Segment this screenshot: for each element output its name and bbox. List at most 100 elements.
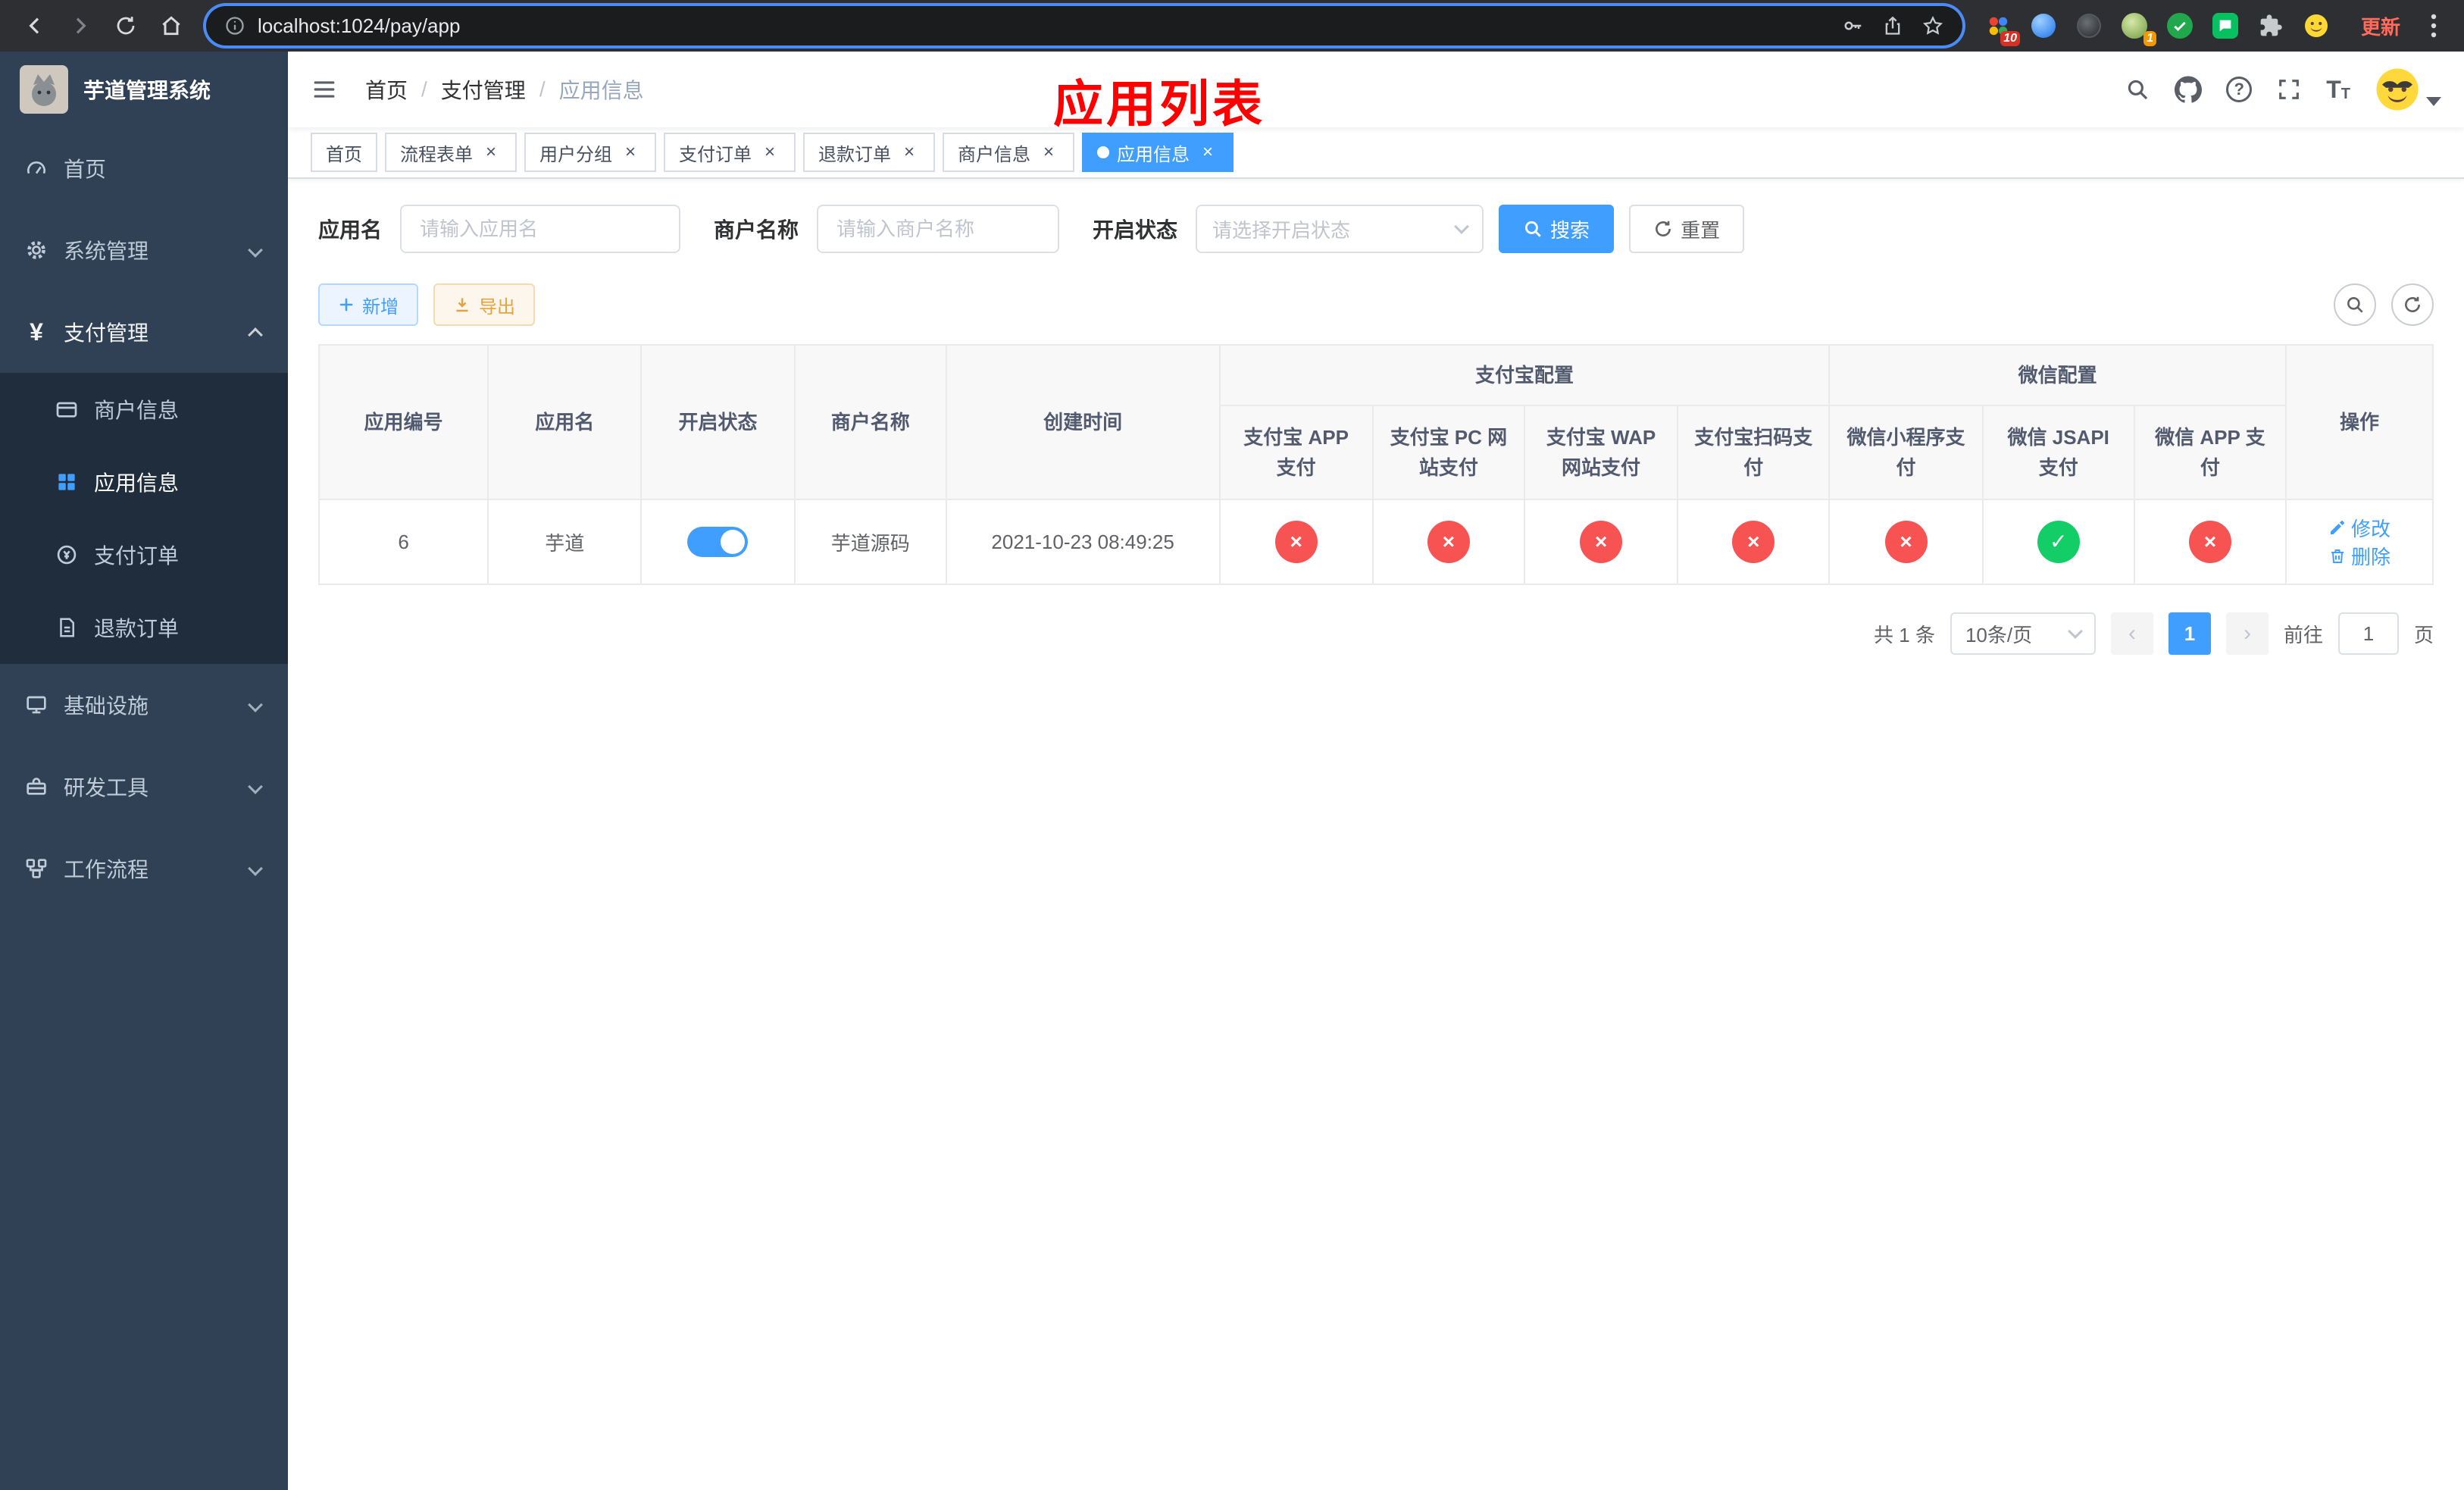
tab-refund-order[interactable]: 退款订单 × <box>803 133 935 172</box>
font-size-icon[interactable]: TT <box>2326 77 2350 102</box>
refresh-table-button[interactable] <box>2391 283 2434 326</box>
tab-home[interactable]: 首页 <box>311 133 377 172</box>
check-icon: ✓ <box>2037 521 2080 563</box>
close-icon[interactable]: × <box>620 142 641 163</box>
header-search-icon[interactable] <box>2125 77 2150 102</box>
app-name-input[interactable] <box>400 205 681 253</box>
extensions-puzzle-icon[interactable] <box>2256 11 2285 40</box>
url-text[interactable]: localhost:1024/pay/app <box>258 14 1829 38</box>
download-icon <box>456 298 468 312</box>
export-button[interactable]: 导出 <box>433 283 535 326</box>
browser-profile-avatar[interactable] <box>2302 11 2331 40</box>
cell-alipay-wap: × <box>1523 499 1679 585</box>
sidebar-item-devtools[interactable]: 研发工具 <box>0 746 288 828</box>
pagination-prev-button[interactable]: ‹ <box>2110 612 2153 655</box>
site-info-icon[interactable] <box>224 15 245 36</box>
sidebar-item-infrastructure[interactable]: 基础设施 <box>0 664 288 746</box>
fullscreen-icon[interactable] <box>2276 77 2302 102</box>
col-header-app-id: 应用编号 <box>318 344 489 500</box>
sidebar-item-system[interactable]: 系统管理 <box>0 209 288 291</box>
search-icon <box>1524 221 1541 237</box>
close-icon[interactable]: × <box>480 142 502 163</box>
share-icon[interactable] <box>1882 14 1903 37</box>
avatar-image <box>2376 68 2419 111</box>
password-key-icon[interactable] <box>1841 14 1864 37</box>
pagination-next-button[interactable]: › <box>2225 612 2269 655</box>
breadcrumb-item-home[interactable]: 首页 <box>365 74 408 105</box>
help-icon[interactable]: ? <box>2226 77 2253 102</box>
goto-page-input[interactable] <box>2337 612 2399 655</box>
page-size-select[interactable]: 10条/页 <box>1950 612 2096 655</box>
reset-button[interactable]: 重置 <box>1629 205 1745 253</box>
delete-link[interactable]: 删除 <box>2328 542 2391 570</box>
col-header-actions: 操作 <box>2284 344 2434 500</box>
refresh-icon <box>1656 221 1671 236</box>
extension-drop-icon[interactable] <box>2029 11 2058 40</box>
sidebar-item-label: 首页 <box>64 158 107 181</box>
reload-button[interactable] <box>106 6 145 45</box>
sidebar-item-workflow[interactable]: 工作流程 <box>0 828 288 909</box>
tab-payment-order[interactable]: 支付订单 × <box>664 133 796 172</box>
merchant-name-input[interactable] <box>817 205 1060 253</box>
plus-icon <box>339 298 353 311</box>
bookmark-star-icon[interactable] <box>1921 14 1944 37</box>
goto-unit: 页 <box>2413 623 2434 646</box>
coin-icon <box>55 543 79 567</box>
tab-app-info[interactable]: 应用信息 × <box>1082 133 1234 172</box>
sidebar-subitem-refund-orders[interactable]: 退款订单 <box>0 591 288 664</box>
user-avatar[interactable] <box>2375 67 2441 112</box>
extension-color-grid-icon[interactable]: 10 <box>1984 11 2020 46</box>
browser-menu-button[interactable] <box>2419 14 2449 38</box>
hamburger-icon[interactable] <box>311 77 338 102</box>
chevron-down-icon <box>2426 97 2441 106</box>
pagination-page-1[interactable]: 1 <box>2168 612 2211 655</box>
col-header-alipay-qr: 支付宝扫码支付 <box>1677 405 1831 500</box>
address-bar[interactable]: localhost:1024/pay/app <box>206 6 1962 45</box>
chevron-down-icon <box>248 243 263 258</box>
chevron-down-icon <box>248 779 263 794</box>
search-button[interactable]: 搜索 <box>1499 205 1615 253</box>
update-button[interactable]: 更新 <box>2349 6 2412 46</box>
forward-button[interactable] <box>61 6 100 45</box>
tab-process-form[interactable]: 流程表单 × <box>385 133 517 172</box>
chevron-down-icon <box>1454 219 1469 234</box>
refresh-icon <box>2405 296 2420 312</box>
app-logo-row[interactable]: 芋道管理系统 <box>0 52 288 127</box>
sidebar-item-payment[interactable]: ¥ 支付管理 <box>0 291 288 373</box>
sidebar-subitem-app-info[interactable]: 应用信息 <box>0 446 288 518</box>
extension-sphere-icon[interactable] <box>2075 11 2103 40</box>
extension-chat-icon[interactable] <box>2211 11 2240 40</box>
close-icon[interactable]: × <box>899 142 920 163</box>
trash-icon <box>2331 549 2344 563</box>
sidebar-subitem-label: 退款订单 <box>94 617 180 640</box>
back-button[interactable] <box>15 6 55 45</box>
extension-check-icon[interactable] <box>2165 11 2194 40</box>
close-icon[interactable]: × <box>1197 142 1218 163</box>
status-toggle[interactable] <box>687 527 749 557</box>
col-header-wx-lite: 微信小程序支付 <box>1828 405 1984 500</box>
reload-icon <box>117 17 135 35</box>
github-icon[interactable] <box>2175 76 2203 103</box>
navbar: 首页 / 支付管理 / 应用信息 ? T T <box>288 52 2464 127</box>
sidebar-subitem-label: 支付订单 <box>94 544 180 568</box>
close-icon[interactable]: × <box>759 142 780 163</box>
extension-avatar-icon[interactable]: 1 <box>2120 11 2156 46</box>
tab-user-group[interactable]: 用户分组 × <box>524 133 656 172</box>
sidebar: 芋道管理系统 首页 系统管理 ¥ 支付管理 商户信息 应用信息 支付订单 退款订… <box>0 52 288 1490</box>
status-select[interactable]: 请选择开启状态 <box>1196 205 1484 253</box>
browser-window: localhost:1024/pay/app 10 1 更新 芋道管理系统 首页… <box>0 0 2464 1490</box>
add-button[interactable]: 新增 <box>318 283 418 326</box>
sidebar-subitem-payment-orders[interactable]: 支付订单 <box>0 518 288 591</box>
home-button[interactable] <box>152 6 191 45</box>
yen-icon: ¥ <box>30 318 43 346</box>
close-icon[interactable]: × <box>1038 142 1059 163</box>
col-header-alipay-pc: 支付宝 PC 网站支付 <box>1371 405 1525 500</box>
toggle-search-button[interactable] <box>2334 283 2376 326</box>
tab-merchant-info[interactable]: 商户信息 × <box>943 133 1074 172</box>
sidebar-subitem-merchant-info[interactable]: 商户信息 <box>0 373 288 446</box>
breadcrumb: 首页 / 支付管理 / 应用信息 <box>365 74 644 105</box>
sidebar-item-home[interactable]: 首页 <box>0 127 288 209</box>
edit-link[interactable]: 修改 <box>2328 514 2391 542</box>
breadcrumb-item-payment[interactable]: 支付管理 <box>441 74 526 105</box>
cross-icon: × <box>1884 521 1928 563</box>
